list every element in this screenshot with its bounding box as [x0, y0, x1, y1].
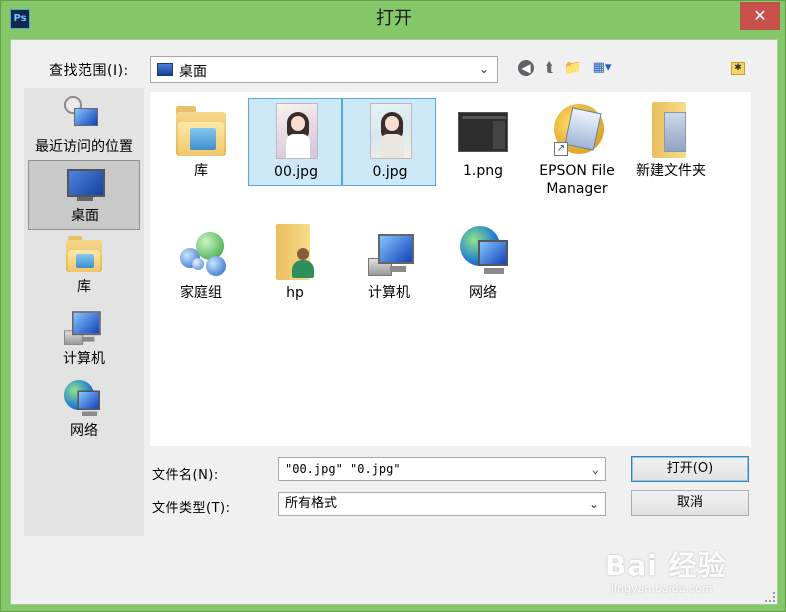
close-button[interactable]: ✕	[740, 2, 780, 30]
up-folder-icon[interactable]: ⮬	[541, 59, 559, 77]
file-item-homegroup[interactable]: 家庭组	[154, 220, 248, 308]
folder-star-icon[interactable]: ✱	[731, 62, 745, 75]
file-label: 00.jpg	[274, 164, 318, 180]
dialog-title: 打开	[376, 8, 412, 29]
file-label: 0.jpg	[372, 164, 408, 180]
place-desktop[interactable]: 桌面	[28, 160, 140, 230]
epson-shortcut-icon: ↗	[552, 102, 604, 158]
look-in-label: 查找范围(I):	[49, 63, 129, 79]
file-label: 1.png	[462, 163, 503, 179]
place-network[interactable]: 网络	[28, 376, 140, 446]
screenshot-thumbnail-icon	[458, 102, 508, 158]
file-item-1-png[interactable]: 1.png	[436, 98, 530, 186]
place-label: 最近访问的位置	[35, 139, 133, 155]
baidu-watermark: Bai 经验 jingyan.baidu.com	[605, 544, 765, 602]
resize-grip[interactable]	[765, 592, 775, 602]
view-menu-icon[interactable]: ▦▾	[588, 59, 616, 77]
shortcut-arrow-icon: ↗	[554, 142, 568, 156]
dialog-client-area: 查找范围(I): 桌面 ⌄ ◀ ⮬ 📁 ▦▾ ✱ 最近访问的位置 桌面 库 计算…	[10, 39, 778, 605]
file-item-0-jpg[interactable]: 0.jpg	[342, 98, 436, 186]
back-icon[interactable]: ◀	[518, 60, 534, 76]
recent-places-icon	[64, 96, 104, 132]
library-folder-icon	[176, 102, 226, 158]
place-recent[interactable]: 最近访问的位置	[28, 92, 140, 162]
file-item-library[interactable]: 库	[154, 98, 248, 186]
watermark-logo: Bai 经验	[605, 549, 727, 582]
place-computer[interactable]: 计算机	[28, 304, 140, 374]
title-bar[interactable]: Ps 打开 ✕	[1, 1, 786, 37]
file-item-computer[interactable]: 计算机	[342, 220, 436, 308]
watermark-url: jingyan.baidu.com	[611, 582, 713, 595]
place-label: 桌面	[71, 208, 99, 224]
place-label: 计算机	[63, 351, 105, 367]
chevron-down-icon[interactable]: ⌄	[589, 496, 599, 512]
look-in-value: 桌面	[179, 64, 207, 80]
look-in-combobox[interactable]: 桌面 ⌄	[150, 56, 498, 83]
desktop-icon	[65, 165, 105, 201]
cancel-button[interactable]: 取消	[631, 490, 749, 516]
filename-value: "00.jpg" "0.jpg"	[285, 462, 401, 476]
file-item-epson-file-manager[interactable]: ↗ EPSON File Manager	[530, 98, 624, 197]
file-label: 新建文件夹	[636, 163, 706, 179]
image-thumbnail-icon	[365, 103, 415, 159]
file-item-00-jpg[interactable]: 00.jpg	[248, 98, 342, 186]
filetype-label: 文件类型(T):	[152, 501, 231, 516]
open-button[interactable]: 打开(O)	[631, 456, 749, 482]
library-icon	[64, 236, 104, 272]
place-label: 网络	[70, 423, 98, 439]
network-icon	[64, 380, 104, 416]
user-folder-icon	[270, 224, 320, 280]
open-dialog-window: Ps 打开 ✕ 查找范围(I): 桌面 ⌄ ◀ ⮬ 📁 ▦▾ ✱ 最近访问的位置	[0, 0, 786, 612]
computer-icon	[64, 308, 104, 345]
file-label: 家庭组	[180, 285, 222, 301]
computer-icon	[364, 224, 414, 280]
file-label: hp	[286, 285, 304, 301]
filename-label: 文件名(N):	[152, 468, 219, 483]
chevron-down-icon[interactable]: ⌄	[479, 62, 489, 76]
desktop-icon	[157, 63, 173, 76]
places-bar: 最近访问的位置 桌面 库 计算机 网络	[24, 88, 144, 536]
file-label: 计算机	[368, 285, 410, 301]
chevron-down-icon[interactable]: ⌄	[592, 461, 599, 477]
place-library[interactable]: 库	[28, 232, 140, 302]
file-item-network[interactable]: 网络	[436, 220, 530, 308]
file-label: 库	[194, 163, 208, 179]
place-label: 库	[77, 279, 91, 295]
folder-icon	[646, 102, 696, 158]
homegroup-icon	[176, 224, 226, 280]
image-thumbnail-icon	[271, 103, 321, 159]
file-item-hp[interactable]: hp	[248, 220, 342, 308]
filetype-select[interactable]: 所有格式 ⌄	[278, 492, 606, 516]
file-list-pane[interactable]: 库 00.jpg 0.jpg 1.png ↗ EPSON File Manage…	[150, 92, 751, 446]
filetype-value: 所有格式	[285, 496, 338, 511]
file-label: 网络	[469, 285, 497, 301]
network-icon	[458, 224, 508, 280]
filename-input[interactable]: "00.jpg" "0.jpg" ⌄	[278, 457, 606, 481]
new-folder-icon[interactable]: 📁	[564, 59, 582, 77]
file-label: EPSON File Manager	[539, 163, 615, 197]
file-item-new-folder[interactable]: 新建文件夹	[624, 98, 718, 186]
